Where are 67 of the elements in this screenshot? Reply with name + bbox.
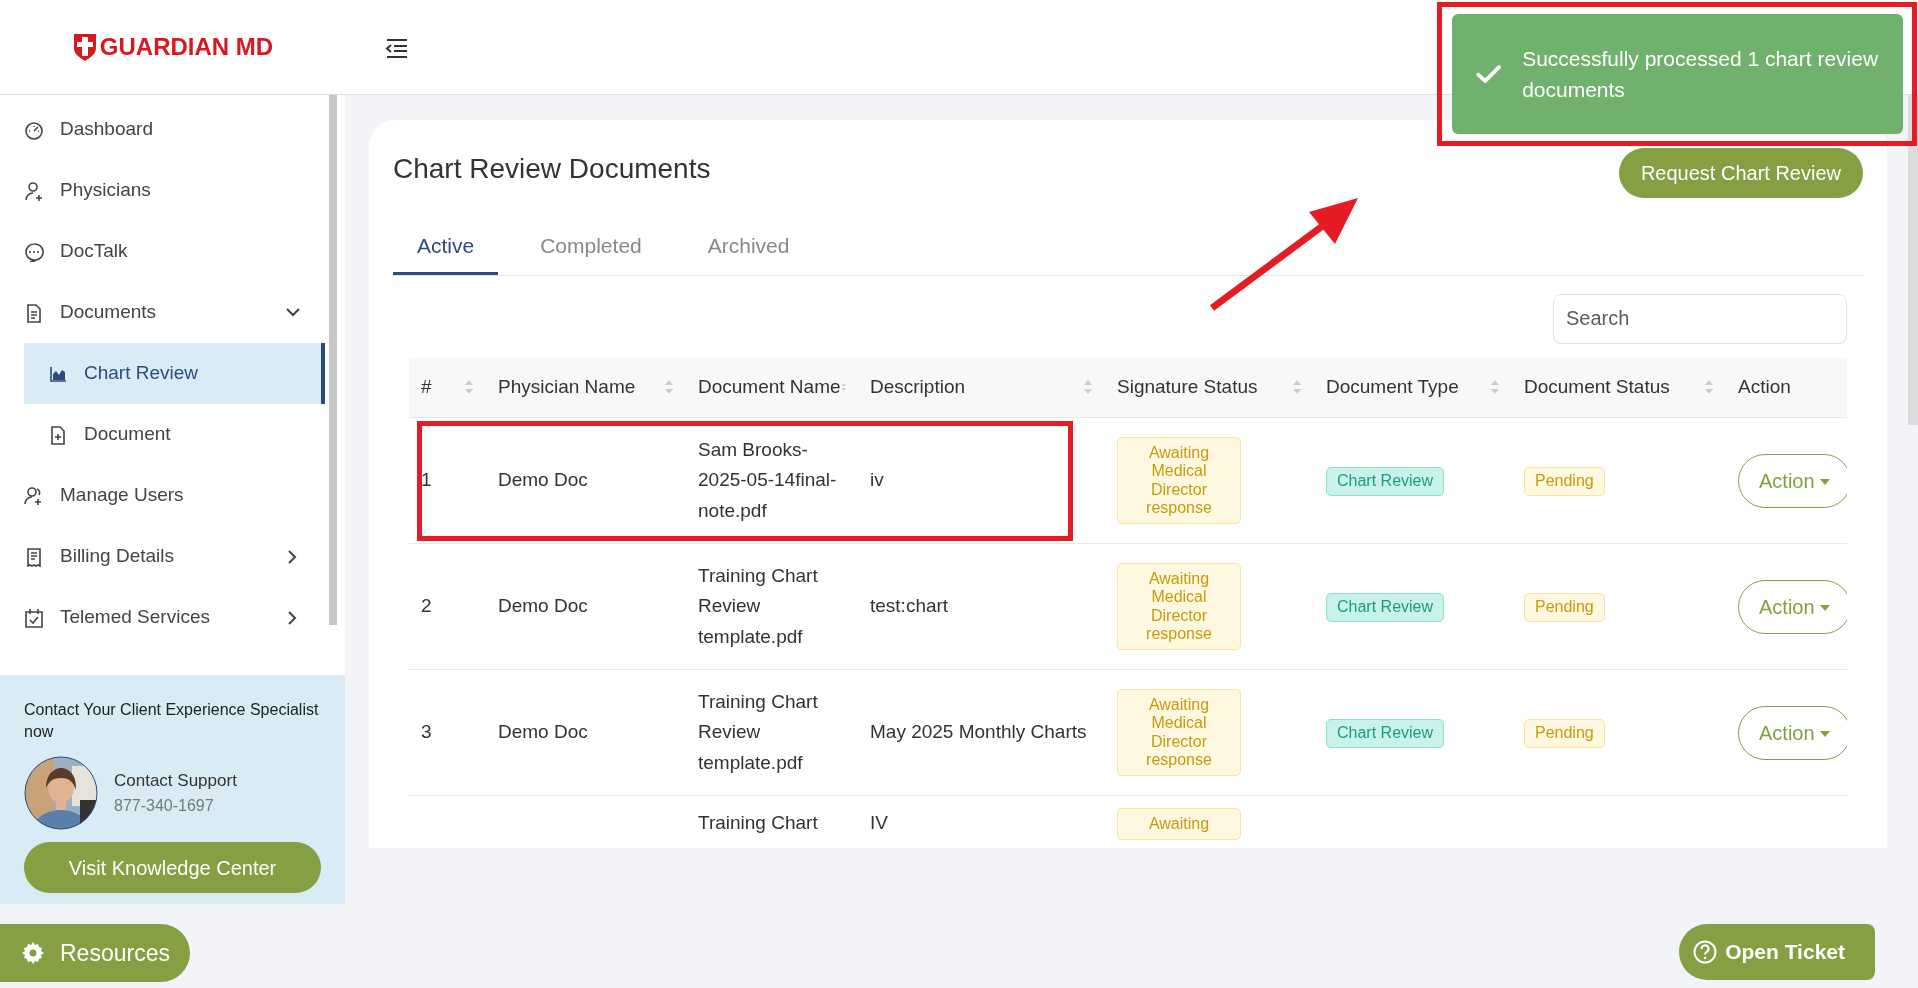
signature-status: Awaiting Medical Director response bbox=[1117, 688, 1241, 777]
sidebar-item[interactable]: Documents bbox=[0, 282, 325, 343]
document-name: Training Chart bbox=[698, 811, 819, 835]
user-plus-icon bbox=[24, 180, 44, 201]
description: May 2025 Monthly Charts bbox=[870, 721, 1087, 743]
description: IV bbox=[870, 812, 888, 833]
help-icon bbox=[1693, 940, 1718, 964]
column-header[interactable]: # bbox=[421, 373, 432, 402]
sort-icon[interactable] bbox=[1083, 379, 1093, 396]
brand-name: GUARDIAN MD bbox=[99, 32, 274, 62]
chat-bubble-icon bbox=[24, 241, 44, 262]
document-type: Chart Review bbox=[1326, 593, 1445, 622]
users-icon bbox=[24, 485, 44, 506]
caret-icon bbox=[1820, 605, 1831, 612]
phone-number: 877-340-1697 bbox=[114, 795, 215, 816]
sidebar-item[interactable]: Telemed Services bbox=[0, 587, 325, 648]
column-header: Action bbox=[1738, 375, 1791, 399]
shield-logo-icon bbox=[71, 31, 98, 63]
physician-name: Demo Doc bbox=[498, 469, 588, 491]
row-number: 1 bbox=[421, 469, 432, 491]
page-title: Chart Review Documents bbox=[393, 152, 711, 186]
sidebar-item[interactable]: DocTalk bbox=[0, 221, 325, 282]
gear-icon bbox=[22, 941, 44, 965]
signature-status: Awaiting bbox=[1117, 808, 1241, 841]
caret-icon bbox=[1820, 479, 1831, 486]
tab[interactable]: Completed bbox=[516, 220, 666, 275]
sidebar-item[interactable]: Billing Details bbox=[0, 526, 325, 587]
document-icon bbox=[24, 302, 44, 323]
signature-status: Awaiting Medical Director response bbox=[1117, 436, 1241, 525]
contact-heading: Contact Your Client Experience Specialist now bbox=[24, 700, 320, 742]
description: iv bbox=[870, 469, 884, 491]
column-header[interactable]: Description bbox=[870, 373, 966, 402]
calendar-check-icon bbox=[24, 607, 44, 628]
menu-icon bbox=[385, 36, 409, 61]
document-status: Pending bbox=[1524, 719, 1605, 748]
sidebar-item[interactable]: Document bbox=[24, 404, 325, 465]
tab[interactable]: Archived bbox=[683, 220, 814, 275]
document-plus-icon bbox=[48, 424, 68, 445]
document-type: Chart Review bbox=[1326, 719, 1445, 748]
sort-icon[interactable] bbox=[464, 379, 474, 396]
row-number: 2 bbox=[421, 595, 432, 617]
row-number: 3 bbox=[421, 721, 432, 743]
physician-name: Demo Doc bbox=[498, 595, 588, 617]
physician-name: Demo Doc bbox=[498, 721, 588, 743]
sort-icon[interactable] bbox=[1292, 379, 1302, 396]
description: test:chart bbox=[870, 595, 949, 617]
sidebar-item[interactable]: Manage Users bbox=[0, 465, 325, 526]
receipt-icon bbox=[24, 546, 44, 567]
document-name: Training Chart Review template.pdf bbox=[698, 563, 819, 649]
search-field[interactable]: Search bbox=[1553, 293, 1847, 344]
sort-icon[interactable] bbox=[664, 379, 674, 396]
toast-message: Successfully processed 1 chart review documents bbox=[1522, 45, 1879, 103]
document-name: Training Chart Review template.pdf bbox=[698, 689, 819, 775]
sort-icon[interactable] bbox=[1704, 379, 1714, 396]
document-status: Pending bbox=[1524, 593, 1605, 622]
sidebar-item[interactable]: Chart Review bbox=[24, 343, 325, 404]
sort-icon[interactable] bbox=[1490, 379, 1500, 396]
document-status: Pending bbox=[1524, 467, 1605, 496]
sidebar-item[interactable]: Dashboard bbox=[0, 99, 325, 160]
signature-status: Awaiting Medical Director response bbox=[1117, 562, 1241, 651]
gauge-icon bbox=[24, 119, 44, 140]
caret-icon bbox=[1820, 731, 1831, 738]
sidebar-item[interactable]: Physicians bbox=[0, 160, 325, 221]
document-name: Sam Brooks-2025-05-14final-note.pdf bbox=[698, 437, 838, 523]
tab[interactable]: Active bbox=[393, 220, 499, 275]
contact-name: Contact Support bbox=[114, 770, 237, 793]
document-type: Chart Review bbox=[1326, 467, 1445, 496]
